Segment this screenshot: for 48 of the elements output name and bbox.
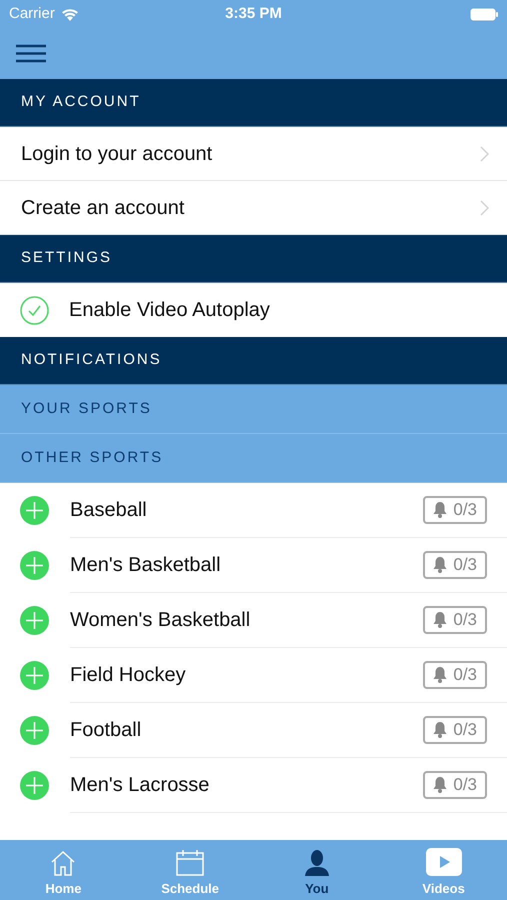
add-icon[interactable] — [20, 551, 49, 580]
add-icon[interactable] — [20, 771, 49, 800]
row-label: Create an account — [21, 196, 186, 220]
bell-icon — [433, 557, 448, 573]
sport-name: Football — [70, 718, 142, 743]
notification-count-button[interactable]: 0/3 — [423, 716, 487, 744]
section-header: NOTIFICATIONS — [0, 337, 507, 385]
tab-bar-item[interactable]: You — [254, 840, 380, 900]
tab-bar-item[interactable]: Home — [0, 840, 127, 900]
wifi-icon — [60, 8, 79, 20]
add-icon[interactable] — [20, 606, 49, 635]
chevron-icon — [480, 200, 489, 216]
section-header: OTHER SPORTS — [0, 434, 507, 483]
section-header: MY ACCOUNT — [0, 79, 507, 127]
tab-bar-item[interactable]: Schedule — [126, 840, 254, 900]
status-time: 3:35 PM — [225, 4, 282, 24]
play-icon — [424, 846, 463, 876]
carrier-label: Carrier — [9, 4, 55, 24]
notification-count-button[interactable]: 0/3 — [423, 496, 487, 524]
sport-name: Field Hockey — [70, 663, 187, 688]
sport-name: Men's Basketball — [70, 553, 222, 578]
person-icon — [304, 848, 330, 876]
bell-icon — [433, 722, 448, 738]
bell-icon — [433, 667, 448, 683]
section-header: SETTINGS — [0, 235, 507, 283]
menu-icon[interactable] — [16, 44, 46, 63]
bell-icon — [433, 777, 448, 793]
battery-icon — [470, 8, 498, 20]
notification-count-button[interactable]: 0/3 — [423, 606, 487, 634]
calendar-icon — [175, 848, 206, 876]
tab-bar-item[interactable]: Videos — [380, 840, 507, 900]
add-icon[interactable] — [20, 661, 49, 690]
sport-name: Men's Lacrosse — [70, 773, 210, 798]
row-label: Enable Video Autoplay — [69, 298, 270, 323]
sport-name: Women's Basketball — [70, 608, 252, 633]
add-icon[interactable] — [20, 496, 49, 525]
notification-count-button[interactable]: 0/3 — [423, 661, 487, 689]
home-icon — [49, 848, 78, 876]
sport-name: Baseball — [70, 498, 148, 523]
section-header: YOUR SPORTS — [0, 385, 507, 434]
notification-count-button[interactable]: 0/3 — [423, 551, 487, 579]
bell-icon — [433, 502, 448, 518]
notification-count-button[interactable]: 0/3 — [423, 771, 487, 799]
chevron-icon — [480, 146, 489, 162]
bell-icon — [433, 612, 448, 628]
row-label: Login to your account — [21, 142, 214, 166]
checked-circle-icon[interactable] — [20, 296, 49, 324]
add-icon[interactable] — [20, 716, 49, 745]
